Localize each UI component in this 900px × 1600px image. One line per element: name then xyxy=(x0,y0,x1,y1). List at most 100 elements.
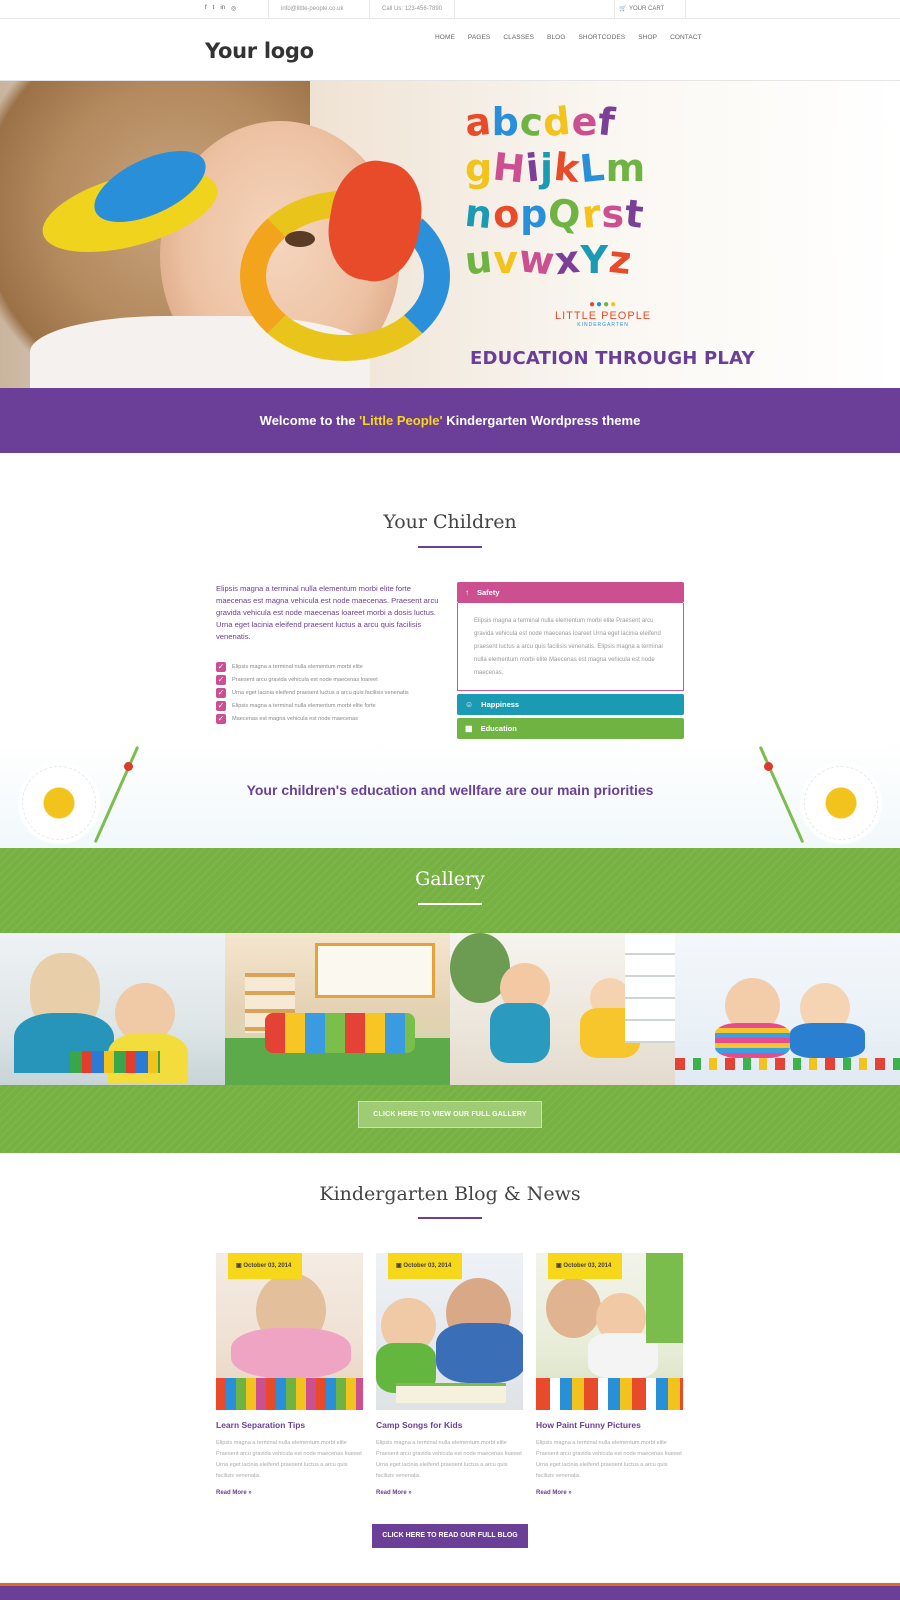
post-thumbnail[interactable]: ▣ October 03, 2014 xyxy=(376,1253,523,1410)
kids-figures-icon: ●●●● xyxy=(588,299,618,310)
alphabet-letter: f xyxy=(596,99,619,145)
social-links: f t in ◎ xyxy=(205,5,236,12)
post-excerpt: Elipsis magna a terminal nulla elementum… xyxy=(216,1440,362,1479)
hero-tagline: EDUCATION THROUGH PLAY xyxy=(470,348,755,369)
gallery-photo[interactable] xyxy=(450,933,675,1085)
site-header: Your logo HOME PAGES CLASSES BLOG SHORTC… xyxy=(0,19,900,81)
blog-section-title: Kindergarten Blog & News xyxy=(319,1183,581,1205)
photo-shelf xyxy=(625,933,675,1043)
nav-contact[interactable]: CONTACT xyxy=(670,34,702,41)
post-thumbnail[interactable]: ▣ October 03, 2014 xyxy=(536,1253,683,1410)
facebook-icon[interactable]: f xyxy=(205,5,207,12)
alphabet-letter: u xyxy=(462,236,496,284)
twitter-icon[interactable]: t xyxy=(213,5,215,12)
nav-pages[interactable]: PAGES xyxy=(468,34,490,41)
nav-shop[interactable]: SHOP xyxy=(638,34,657,41)
gallery-photo[interactable] xyxy=(0,933,225,1085)
read-more-link[interactable]: Read More » xyxy=(376,1490,523,1496)
alphabet-letter: a xyxy=(462,98,494,146)
list-item: ✓ Elipsis magna a terminal nulla elementu… xyxy=(216,699,446,712)
nav-classes[interactable]: CLASSES xyxy=(503,34,534,41)
gallery-section: Gallery CLICK HERE TO VIEW OUR FULL GALL… xyxy=(0,848,900,1153)
photo-window xyxy=(315,943,435,998)
title-underline xyxy=(418,1217,482,1219)
read-more-link[interactable]: Read More » xyxy=(536,1490,683,1496)
ladybug-icon xyxy=(124,762,133,771)
blog-post: ▣ October 03, 2014 Learn Separation Tips… xyxy=(216,1253,363,1496)
photo-boy-shirt xyxy=(790,1023,865,1058)
post-excerpt: Elipsis magna a terminal nulla elementum… xyxy=(536,1440,682,1479)
book-icon: ▩ xyxy=(465,724,473,733)
accordion-safety[interactable]: ↑ Safety xyxy=(457,582,684,603)
post-thumbnail[interactable]: ▣ October 03, 2014 xyxy=(216,1253,363,1410)
photo-blocks xyxy=(675,1058,900,1070)
title-underline xyxy=(418,903,482,905)
alphabet-letter: H xyxy=(490,144,529,192)
linkedin-icon[interactable]: in xyxy=(220,5,225,12)
blog-posts: ▣ October 03, 2014 Learn Separation Tips… xyxy=(216,1253,684,1496)
photo-man-shirt xyxy=(436,1323,523,1383)
daisy-icon xyxy=(14,758,104,848)
alphabet-letter: Q xyxy=(546,190,584,238)
alphabet-letter: w xyxy=(516,236,558,284)
hero-banner: abcdef gHijkLm nopQrst uvwxYz ●●●● LITTL… xyxy=(0,81,900,388)
welcome-text-before: Welcome to the xyxy=(259,413,360,428)
check-icon: ✓ xyxy=(216,674,226,685)
photo-boy-shirt xyxy=(490,1003,550,1063)
ladybug-icon xyxy=(764,762,773,771)
accordion-happiness[interactable]: ☺ Happiness xyxy=(457,694,684,715)
alphabet-row: uvwxYz xyxy=(462,236,695,284)
read-more-link[interactable]: Read More » xyxy=(216,1490,363,1496)
list-item-text: Elipsis magna a terminal nulla elementum… xyxy=(232,702,376,709)
list-item: ✓ Elipsis magna a terminal nulla elementu… xyxy=(216,660,446,673)
list-item: ✓ Praesent arcu gravida vehicula est node… xyxy=(216,673,446,686)
daisy-icon xyxy=(796,758,886,848)
site-logo[interactable]: Your logo xyxy=(205,39,314,63)
photo-crayons xyxy=(216,1378,363,1410)
alphabet-row: abcdef xyxy=(462,98,695,146)
accordion-label: Safety xyxy=(477,588,500,597)
alphabet-letter: o xyxy=(490,190,523,238)
post-title[interactable]: Camp Songs for Kids xyxy=(376,1420,523,1430)
check-icon: ✓ xyxy=(216,713,226,724)
view-gallery-button[interactable]: CLICK HERE TO VIEW OUR FULL GALLERY xyxy=(358,1101,542,1128)
nav-home[interactable]: HOME xyxy=(435,34,455,41)
brand-name: LITTLE PEOPLE xyxy=(555,310,652,322)
gallery-photo[interactable] xyxy=(225,933,450,1085)
nav-shortcodes[interactable]: SHORTCODES xyxy=(578,34,625,41)
email-link[interactable]: info@little-people.co.uk xyxy=(268,0,355,19)
alphabet-letter: m xyxy=(605,146,647,190)
welcome-banner: Welcome to the 'Little People' Kindergar… xyxy=(0,388,900,453)
list-item-text: Urna eget lacinia eleifend praesent luct… xyxy=(232,689,409,696)
brand-sub: KINDERGARTEN xyxy=(577,322,629,328)
cart-icon: 🛒 xyxy=(619,6,627,12)
alphabet-letter: g xyxy=(465,146,494,190)
hero-brand-logo: ●●●● LITTLE PEOPLE KINDERGARTEN xyxy=(555,299,651,328)
alphabet-letter: x xyxy=(552,236,583,284)
post-excerpt: Elipsis magna a terminal nulla elementum… xyxy=(376,1440,522,1479)
nav-blog[interactable]: BLOG xyxy=(547,34,565,41)
list-item-text: Maecenas est magna vehicula est node mae… xyxy=(232,715,358,722)
alphabet-letter: t xyxy=(622,191,647,237)
image-icon: ▣ xyxy=(556,1263,562,1269)
post-date: ▣ October 03, 2014 xyxy=(228,1253,302,1279)
accordion-education[interactable]: ▩ Education xyxy=(457,718,684,739)
title-underline xyxy=(418,546,482,548)
arrow-up-icon: ↑ xyxy=(465,588,469,597)
accordion-label: Happiness xyxy=(481,700,520,709)
photo-dress xyxy=(231,1328,351,1378)
check-icon: ✓ xyxy=(216,687,226,698)
cart-label: YOUR CART xyxy=(629,6,665,12)
check-icon: ✓ xyxy=(216,700,226,711)
top-bar: f t in ◎ info@little-people.co.uk Call U… xyxy=(0,0,900,19)
read-blog-button[interactable]: CLICK HERE TO READ OUR FULL BLOG xyxy=(372,1524,528,1548)
rss-icon[interactable]: ◎ xyxy=(231,5,236,12)
main-nav: HOME PAGES CLASSES BLOG SHORTCODES SHOP … xyxy=(435,34,715,41)
gallery-photo[interactable] xyxy=(675,933,900,1085)
accordion-label: Education xyxy=(480,724,517,733)
smile-icon: ☺ xyxy=(465,700,474,709)
cart-link[interactable]: 🛒 YOUR CART xyxy=(614,0,686,19)
post-title[interactable]: Learn Separation Tips xyxy=(216,1420,363,1430)
alphabet-letter: s xyxy=(601,192,626,236)
post-title[interactable]: How Paint Funny Pictures xyxy=(536,1420,683,1430)
